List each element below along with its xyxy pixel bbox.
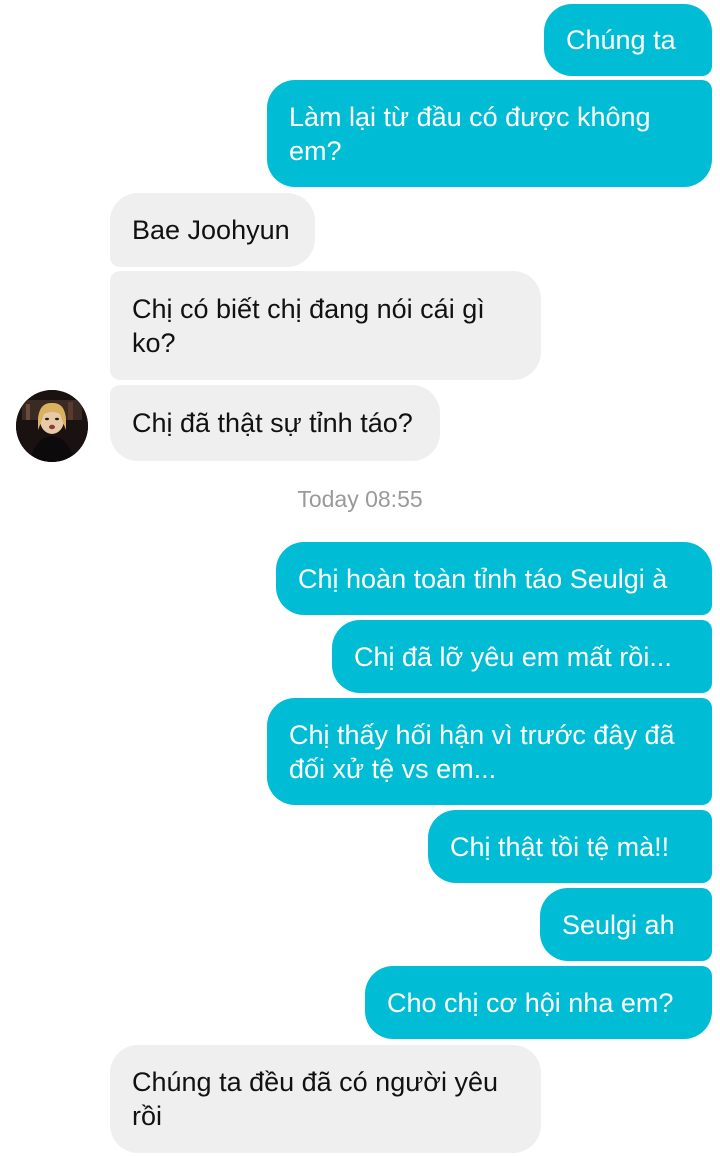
message-sent[interactable]: Làm lại từ đầu có được không em? [267,80,712,187]
message-sent[interactable]: Chị hoàn toàn tỉnh táo Seulgi à [276,542,712,615]
message-received[interactable]: Chị đã thật sự tỉnh táo? [110,385,440,461]
message-received[interactable]: Chị có biết chị đang nói cái gì ko? [110,271,541,380]
avatar-photo-icon [16,390,88,462]
message-timestamp: Today 08:55 [297,486,423,512]
message-sent[interactable]: Chị thấy hối hận vì trước đây đã đối xử … [267,698,712,805]
message-sent[interactable]: Chúng ta [544,4,712,76]
message-received[interactable]: Chúng ta đều đã có người yêu rồi [110,1045,541,1153]
message-received[interactable]: Bae Joohyun [110,193,315,267]
contact-avatar[interactable] [16,390,88,462]
message-sent[interactable]: Cho chị cơ hội nha em? [365,966,712,1039]
message-sent[interactable]: Chị thật tồi tệ mà!! [428,810,712,883]
message-sent[interactable]: Seulgi ah [540,888,712,961]
message-sent[interactable]: Chị đã lỡ yêu em mất rồi... [332,620,712,693]
